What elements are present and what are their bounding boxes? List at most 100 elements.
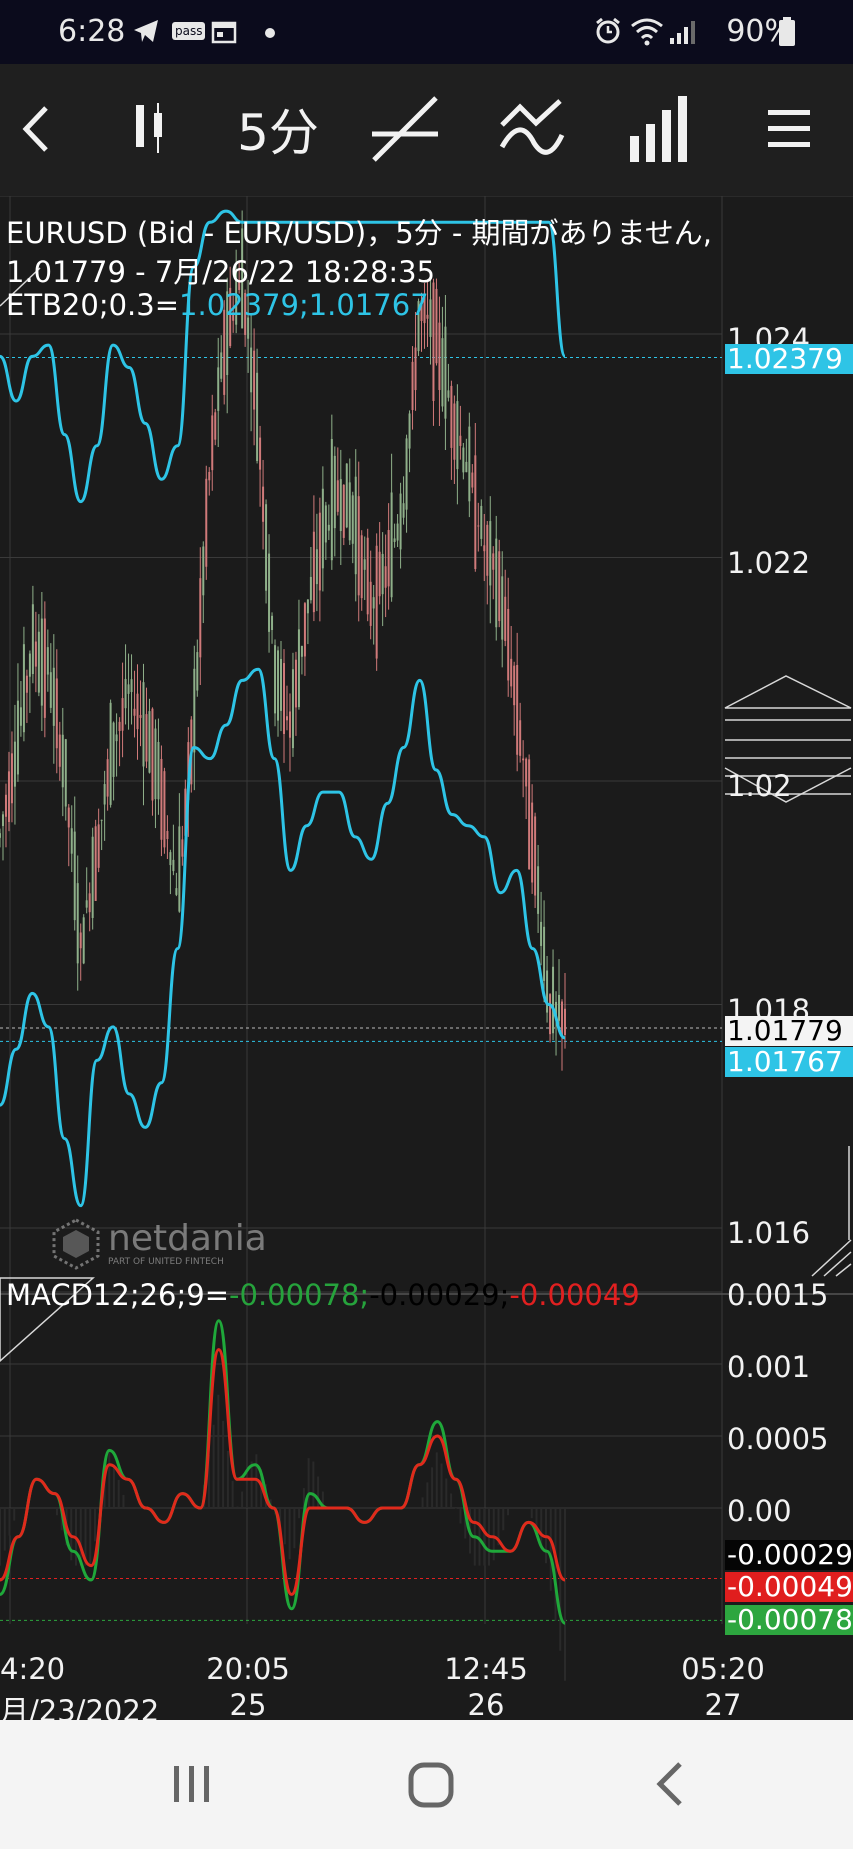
macd-tick: 0.0015	[727, 1278, 829, 1312]
candle-body	[453, 403, 456, 460]
candle-body	[250, 347, 253, 393]
menu-button[interactable]	[762, 94, 816, 164]
candle-body	[393, 538, 396, 542]
candle-body	[396, 523, 399, 541]
candle-body	[73, 831, 76, 921]
candle-body	[148, 711, 151, 773]
recent-apps-button[interactable]	[170, 1762, 214, 1806]
candle-body	[166, 830, 169, 840]
candle-body	[432, 282, 435, 401]
candle-body	[369, 581, 372, 626]
candle-body	[552, 966, 555, 1034]
candle-body	[324, 505, 327, 543]
indicators-button[interactable]	[498, 94, 566, 164]
candle-body	[489, 521, 492, 586]
macd-indicator-label: MACD12;26;9=-0.00078;-0.00029;-0.00049	[6, 1278, 640, 1312]
candle-body	[103, 784, 106, 805]
calendar-icon	[211, 21, 237, 44]
candle-body	[121, 698, 124, 731]
candle-body	[378, 551, 381, 597]
candle-body	[109, 702, 112, 805]
chart-toolbar: 5分	[0, 64, 853, 197]
candle-body	[55, 678, 58, 749]
candle-body	[217, 367, 220, 411]
candle-body	[471, 472, 474, 488]
status-bar: 6:28 pass 90%	[0, 0, 853, 64]
candle-body	[268, 553, 271, 632]
candle-body	[549, 994, 552, 1035]
chart-title: EURUSD (Bid - EUR/USD)，5分 - 期間がありません,	[6, 216, 712, 250]
candle-body	[208, 471, 211, 481]
candle-body	[130, 679, 133, 693]
candle-body	[564, 1008, 566, 1035]
netdania-logo-icon	[52, 1218, 100, 1270]
candle-body	[199, 578, 202, 658]
candle-body	[507, 608, 510, 681]
volume-button[interactable]	[626, 94, 696, 164]
chart-type-button[interactable]	[120, 94, 180, 164]
price-tick: 1.02	[727, 769, 792, 803]
candle-body	[336, 480, 339, 512]
drawing-line-icon	[372, 96, 438, 162]
candle-body	[372, 597, 375, 609]
candle-body	[202, 546, 205, 596]
drawing-tools-button[interactable]	[370, 94, 440, 164]
candle-body	[97, 824, 100, 868]
candle-body	[456, 401, 459, 470]
signal-value: -0.00029;	[369, 1278, 510, 1312]
candles	[0, 210, 566, 1071]
candle-body	[19, 707, 22, 726]
candle-body	[4, 794, 7, 817]
candle-body	[7, 771, 10, 822]
status-time: 6:28	[58, 14, 126, 49]
telegram-icon	[134, 20, 158, 42]
wifi-icon	[631, 18, 663, 46]
candle-body	[312, 531, 315, 613]
chart-canvas[interactable]	[0, 196, 853, 1720]
candle-body	[142, 682, 145, 767]
netdania-watermark: netdania PART OF UNITED FINTECH	[50, 1218, 267, 1270]
price-tick: 1.022	[727, 546, 811, 580]
home-button[interactable]	[408, 1762, 454, 1808]
upper-band-tag: 1.02379	[725, 344, 853, 374]
candle-body	[265, 504, 268, 591]
candle-body	[522, 758, 525, 761]
candle-body	[49, 672, 52, 708]
candle-body	[504, 596, 507, 641]
candle-body	[274, 645, 277, 714]
candle-body	[253, 350, 256, 410]
candle-body	[330, 439, 333, 561]
last-price-tag: 1.01779	[725, 1016, 853, 1046]
candle-body	[157, 741, 160, 800]
etb-bands	[0, 209, 567, 1208]
chart-area[interactable]: EURUSD (Bid - EUR/USD)，5分 - 期間がありません, 1.…	[0, 196, 853, 1728]
candle-body	[214, 412, 217, 440]
macd-tick: 0.0005	[727, 1422, 829, 1456]
candle-body	[91, 836, 94, 918]
notification-dot-icon	[265, 28, 275, 38]
candle-body	[172, 859, 175, 872]
candle-body	[256, 372, 259, 461]
timeframe-button[interactable]: 5分	[230, 94, 326, 164]
back-button[interactable]	[10, 94, 60, 164]
candle-body	[175, 888, 178, 895]
battery-icon	[779, 17, 795, 46]
candle-body	[546, 970, 549, 1013]
candle-body	[136, 693, 139, 730]
candle-body	[348, 482, 351, 541]
candle-body	[315, 549, 318, 585]
candle-body	[220, 352, 223, 379]
candle-body	[52, 667, 55, 726]
time-tick: 20:05	[206, 1652, 290, 1686]
candle-body	[46, 647, 49, 675]
candle-body	[0, 833, 1, 838]
back-nav-button[interactable]	[654, 1760, 684, 1808]
candle-body	[351, 495, 354, 544]
etb-indicator-label: ETB20;0.3=1.02379;1.01767	[6, 288, 429, 322]
macd-lines	[0, 1319, 567, 1681]
candle-body	[390, 492, 393, 598]
candle-body	[303, 603, 306, 657]
candle-body	[381, 553, 384, 595]
etb-label: ETB20;0.3=	[6, 288, 180, 322]
candle-body	[118, 721, 121, 732]
